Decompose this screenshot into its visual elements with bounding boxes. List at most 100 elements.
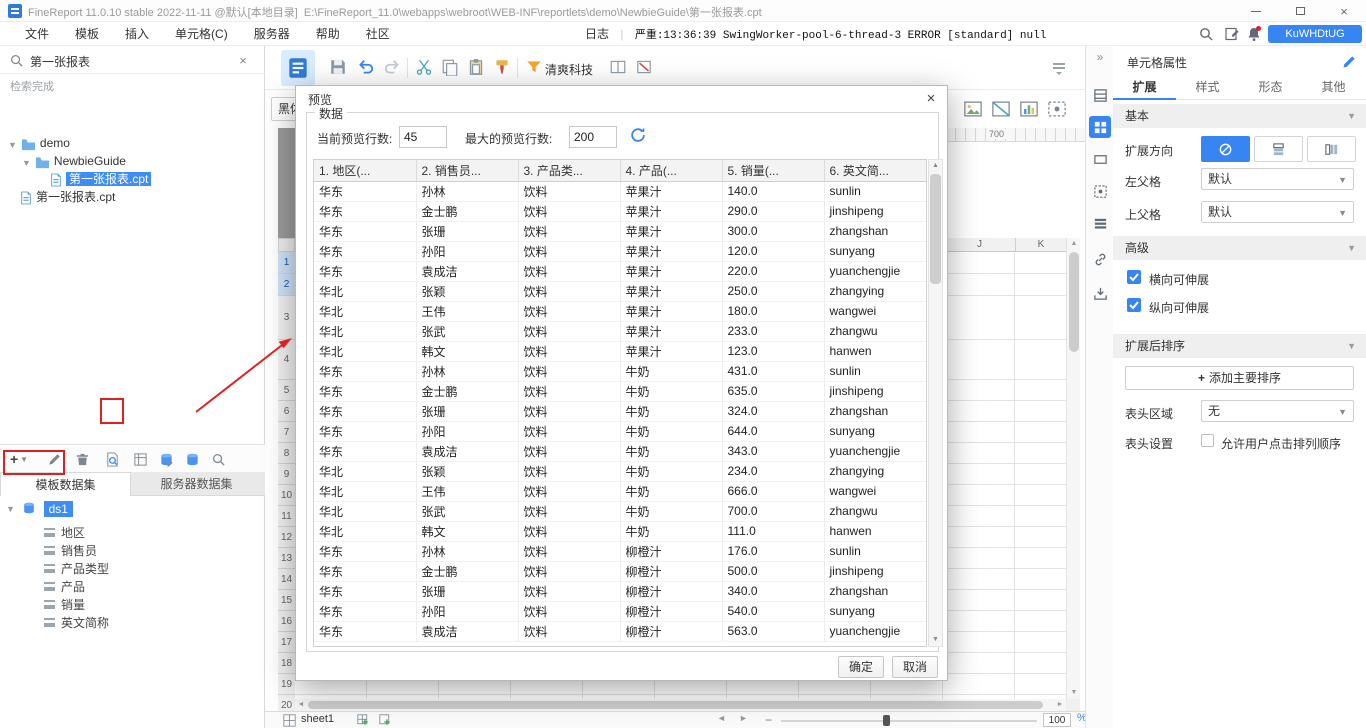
preview-column-header[interactable]: 4. 产品(... [620,160,723,182]
preview-cell[interactable]: 王伟 [416,481,519,502]
menu-item[interactable]: 模板 [62,22,112,46]
cut-icon[interactable] [415,58,435,78]
header-sort-checkbox[interactable] [1201,434,1214,447]
preview-cell[interactable]: 饮料 [518,561,621,582]
preview-cell[interactable]: 666.0 [722,481,825,502]
preview-cell[interactable]: 饮料 [518,361,621,382]
preview-row[interactable]: 华北 张武 饮料 苹果汁 233.0 zhangwu [314,321,926,342]
preview-cell[interactable]: 180.0 [722,301,825,322]
tree-node-report-selected[interactable]: 第一张报表.cpt [50,170,152,188]
preview-cell[interactable]: 饮料 [518,581,621,602]
grid-row-header[interactable]: 15 [278,590,295,611]
preview-row[interactable]: 华北 张武 饮料 牛奶 700.0 zhangwu [314,501,926,522]
preview-column-header[interactable]: 3. 产品类... [518,160,621,182]
minimize-button[interactable] [1234,0,1278,22]
preview-cell[interactable]: 120.0 [722,241,825,262]
add-polyblock-sheet-icon[interactable] [379,714,392,727]
scroll-up-icon[interactable]: ▲ [929,160,942,172]
preview-cell[interactable]: 饮料 [518,601,621,622]
menu-item[interactable]: 帮助 [303,22,353,46]
preview-cell[interactable]: zhangshan [824,221,926,242]
preview-row[interactable]: 华东 张珊 饮料 苹果汁 300.0 zhangshan [314,221,926,242]
tree-node-report[interactable]: 第一张报表.cpt [20,188,115,206]
scroll-up-icon[interactable]: ▲ [1067,238,1081,250]
preview-cell[interactable]: 123.0 [722,341,825,362]
preview-cell[interactable]: 华东 [314,261,417,282]
preview-cell[interactable]: 牛奶 [620,481,723,502]
preview-cell[interactable]: 苹果汁 [620,341,723,362]
feedback-icon[interactable] [1224,26,1240,42]
preview-cell[interactable]: sunlin [824,361,926,382]
expander-icon[interactable]: ▼ [8,140,17,150]
preview-cell[interactable]: 华北 [314,321,417,342]
preview-cell[interactable]: zhangshan [824,581,926,602]
preview-cell[interactable]: 111.0 [722,521,825,542]
clear-format-icon[interactable] [635,58,655,78]
preview-cell[interactable]: 华东 [314,201,417,222]
preview-cell[interactable]: 孙阳 [416,421,519,442]
expander-icon[interactable]: ▼ [22,158,31,168]
sheet-tab[interactable]: sheet1 [301,713,334,725]
preview-cell[interactable]: 324.0 [722,401,825,422]
preview-cell[interactable]: 袁成洁 [416,261,519,282]
edit-connection-icon[interactable] [156,449,176,469]
grid-column-header[interactable]: K [1015,238,1066,251]
preview-cell[interactable]: 635.0 [722,381,825,402]
search-icon[interactable] [1198,26,1214,42]
maximize-button[interactable] [1278,0,1322,22]
left-parent-select[interactable]: 默认 ▼ [1201,168,1354,190]
preview-cell[interactable]: 张武 [416,501,519,522]
next-sheet-icon[interactable]: ► [739,713,748,723]
dataset-field[interactable]: 英文简称 [0,614,265,632]
preview-cell[interactable]: 饮料 [518,381,621,402]
preview-cell[interactable]: 644.0 [722,421,825,442]
preview-cell[interactable]: 苹果汁 [620,241,723,262]
preview-row[interactable]: 华北 张颖 饮料 牛奶 234.0 zhangying [314,461,926,482]
insert-image-icon[interactable] [963,99,983,119]
section-sort-after-expand[interactable]: 扩展后排序 ▼ [1113,334,1366,358]
menu-item[interactable]: 插入 [112,22,162,46]
preview-cell[interactable]: 饮料 [518,621,621,642]
preview-cell[interactable]: zhangying [824,461,926,482]
delete-icon[interactable] [72,449,92,469]
grid-row-header[interactable]: 1 [278,252,295,274]
expand-none-button[interactable] [1201,136,1250,162]
edit-pencil-icon[interactable] [1341,54,1357,70]
edit-icon[interactable] [44,449,64,469]
tab-style[interactable]: 样式 [1176,74,1239,100]
dataset-field[interactable]: 销量 [0,596,265,614]
preview-cell[interactable]: 饮料 [518,201,621,222]
preview-cell[interactable]: 饮料 [518,261,621,282]
dataset-field[interactable]: 销售员 [0,542,265,560]
preview-cell[interactable]: jinshipeng [824,561,926,582]
refresh-icon[interactable] [629,126,647,144]
scrollbar-thumb[interactable] [1069,252,1079,352]
section-basic[interactable]: 基本 ▼ [1113,104,1366,128]
format-brush-icon[interactable] [493,58,513,78]
preview-row[interactable]: 华北 张颖 饮料 苹果汁 250.0 zhangying [314,281,926,302]
save-icon[interactable] [329,58,349,78]
preview-cell[interactable]: 饮料 [518,401,621,422]
preview-row[interactable]: 华东 张珊 饮料 牛奶 324.0 zhangshan [314,401,926,422]
preview-cell[interactable]: 饮料 [518,281,621,302]
scroll-left-icon[interactable]: ◄ [295,699,307,711]
grid-row-header[interactable]: 13 [278,548,295,569]
insert-chart-icon[interactable] [1019,99,1039,119]
preview-cell[interactable]: 牛奶 [620,441,723,462]
preview-cell[interactable]: 饮料 [518,461,621,482]
scrollbar-thumb[interactable] [308,701,1043,709]
close-button[interactable]: × [1322,0,1366,22]
preview-cell[interactable]: 233.0 [722,321,825,342]
preview-cell[interactable]: 563.0 [722,621,825,642]
preview-row[interactable]: 华北 韩文 饮料 苹果汁 123.0 hanwen [314,341,926,362]
preview-cell[interactable]: 牛奶 [620,521,723,542]
tab-server-dataset[interactable]: 服务器数据集 [131,472,262,496]
preview-cell[interactable]: 孙林 [416,181,519,202]
tab-expand[interactable]: 扩展 [1113,74,1176,100]
preview-row[interactable]: 华东 孙林 饮料 柳橙汁 176.0 sunlin [314,541,926,562]
preview-cell[interactable]: 韩文 [416,521,519,542]
preview-cell[interactable]: 苹果汁 [620,201,723,222]
expand-horizontal-button[interactable] [1307,136,1356,162]
preview-cell[interactable]: 431.0 [722,361,825,382]
preview-cell[interactable]: 苹果汁 [620,221,723,242]
